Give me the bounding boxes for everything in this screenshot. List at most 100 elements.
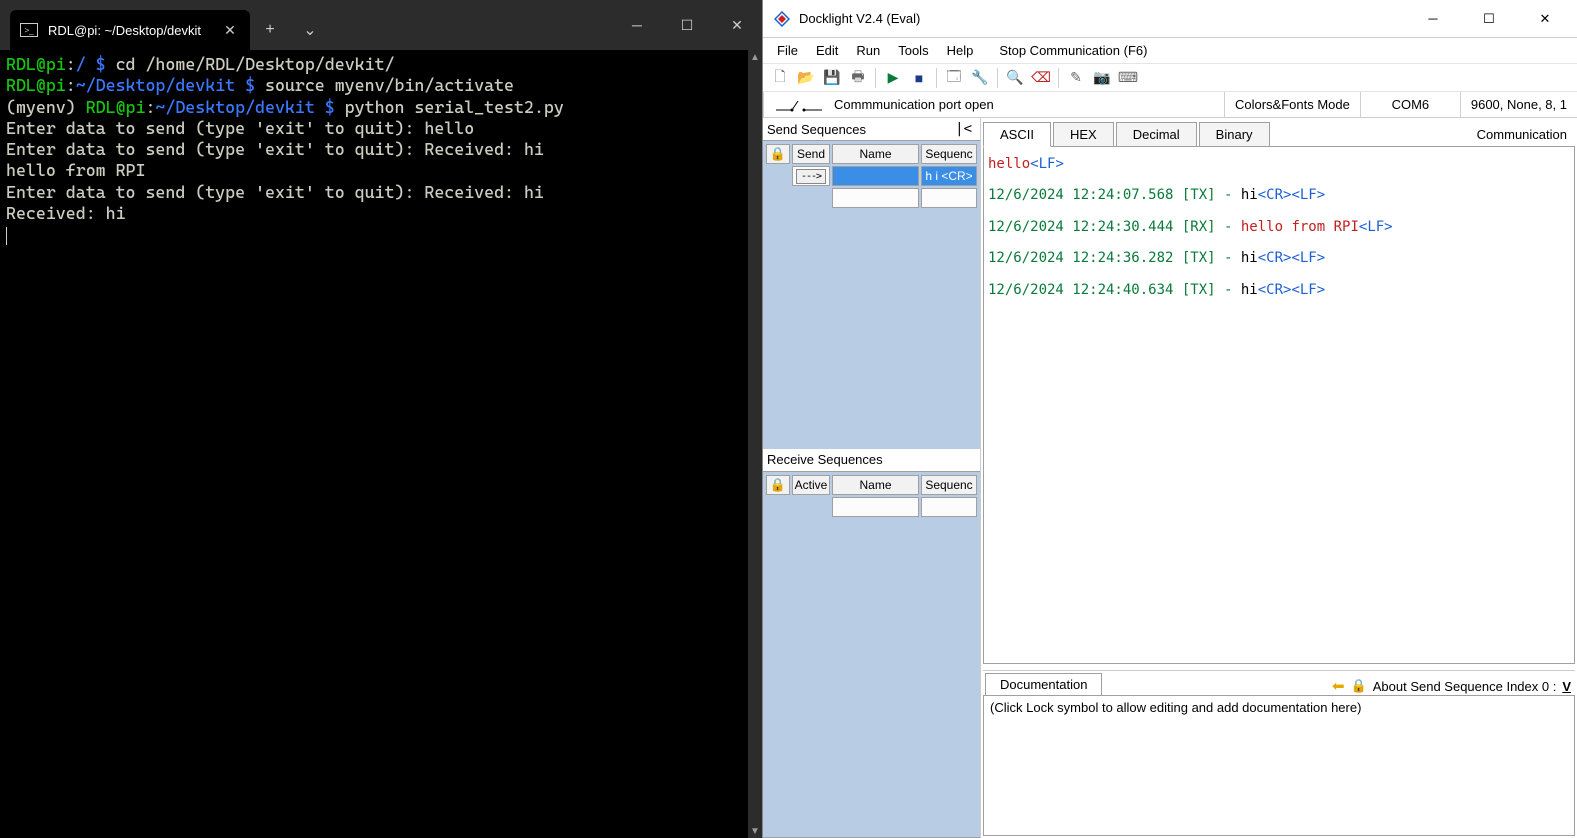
log-text: <CR><LF>	[1258, 282, 1325, 298]
sequence-name-cell[interactable]	[832, 166, 919, 186]
back-arrow-icon[interactable]: ⬅	[1332, 677, 1345, 695]
play-icon[interactable]: ▶	[882, 67, 904, 89]
communication-log[interactable]: hello<LF> 12/6/2024 12:24:07.568 [TX] - …	[983, 146, 1575, 664]
tab-close-icon[interactable]: ✕	[220, 20, 240, 40]
window-controls: ─ ☐ ✕	[612, 0, 762, 50]
terminal-text: Enter data to send (type 'exit' to quit)…	[6, 139, 544, 159]
tab-dropdown-button[interactable]: ⌄	[290, 10, 330, 50]
documentation-body[interactable]: (Click Lock symbol to allow editing and …	[983, 695, 1575, 836]
menu-item-tools[interactable]: Tools	[890, 40, 936, 61]
empty-name-cell[interactable]	[832, 497, 919, 517]
terminal-text: python serial_test2.py	[335, 97, 564, 117]
send-column-header[interactable]: Send	[792, 144, 830, 164]
new-file-icon[interactable]: 🗋	[769, 67, 791, 89]
open-file-icon[interactable]: 📂	[795, 67, 817, 89]
new-tab-button[interactable]: +	[250, 10, 290, 50]
terminal-line: hello from RPI	[6, 160, 756, 181]
sequence-column-header[interactable]: Sequenc	[921, 475, 977, 495]
scroll-up-icon[interactable]: ▲	[748, 50, 762, 64]
documentation-tab[interactable]: Documentation	[985, 673, 1102, 695]
sequence-column-header[interactable]: Sequenc	[921, 144, 977, 164]
send-arrow-icon[interactable]: --->	[796, 169, 826, 184]
scroll-down-icon[interactable]: ▼	[748, 824, 762, 838]
send-button-cell[interactable]: --->	[792, 166, 830, 186]
terminal-text: (myenv)	[6, 97, 86, 117]
empty-seq-cell[interactable]	[921, 188, 977, 208]
toolbar-separator	[936, 68, 937, 88]
save-file-icon[interactable]: 💾	[821, 67, 843, 89]
wrench-icon[interactable]: 🔧	[969, 67, 991, 89]
terminal-body[interactable]: RDL@pi:/ $ cd /home/RDL/Desktop/devkit/R…	[0, 50, 762, 838]
find-icon[interactable]: 🔍	[1004, 67, 1026, 89]
stop-icon[interactable]: ■	[908, 67, 930, 89]
terminal-text: :	[145, 97, 155, 117]
close-button[interactable]: ✕	[712, 5, 762, 45]
empty-seq-cell[interactable]	[921, 497, 977, 517]
empty-name-cell[interactable]	[832, 188, 919, 208]
minimize-button[interactable]: ─	[612, 5, 662, 45]
name-column-header[interactable]: Name	[832, 475, 919, 495]
terminal-line: Enter data to send (type 'exit' to quit)…	[6, 118, 756, 139]
documentation-panel: Documentation ⬅ 🔒 About Send Sequence In…	[983, 670, 1575, 836]
maximize-button[interactable]: ☐	[1471, 5, 1507, 33]
terminal-icon: >_	[20, 23, 38, 37]
lock-column-header[interactable]: 🔒	[766, 475, 790, 495]
menu-item-help[interactable]: Help	[939, 40, 982, 61]
receive-sequences-grid: 🔒 Active Name Sequenc	[763, 471, 980, 838]
close-button[interactable]: ✕	[1527, 5, 1563, 33]
lock-column-header[interactable]: 🔒	[766, 144, 790, 164]
comm-status-text: Commmunication port open	[834, 97, 994, 112]
name-column-header[interactable]: Name	[832, 144, 919, 164]
minimize-button[interactable]: ─	[1415, 5, 1451, 33]
serial-settings[interactable]: 9600, None, 8, 1	[1461, 92, 1577, 117]
colors-fonts-mode[interactable]: Colors&Fonts Mode	[1225, 92, 1361, 117]
clear-icon[interactable]: ⌫	[1030, 67, 1052, 89]
print-icon[interactable]: 🖶	[847, 67, 869, 89]
active-column-header[interactable]: Active	[792, 475, 830, 495]
lock-icon: 🔒	[770, 477, 786, 493]
lock-icon[interactable]: 🔒	[1351, 678, 1367, 694]
comm-status: Commmunication port open	[763, 92, 1225, 117]
empty-cell	[792, 497, 830, 517]
com-port[interactable]: COM6	[1361, 92, 1461, 117]
sequence-value-cell[interactable]: h i <CR>	[921, 166, 977, 186]
receive-sequence-empty-row[interactable]	[765, 496, 978, 518]
terminal-scrollbar[interactable]: ▲ ▼	[748, 50, 762, 838]
tab-decimal[interactable]: Decimal	[1116, 122, 1197, 147]
send-sequences-title: Send Sequences	[767, 122, 951, 137]
documentation-v-link[interactable]: V	[1562, 679, 1571, 694]
terminal-text: ~/Desktop/devkit $	[76, 75, 255, 95]
docklight-titlebar: Docklight V2.4 (Eval) ─ ☐ ✕	[763, 0, 1577, 38]
terminal-text: :	[66, 54, 76, 74]
documentation-tab-row: Documentation ⬅ 🔒 About Send Sequence In…	[983, 671, 1575, 695]
send-sequence-row[interactable]: ---> h i <CR>	[765, 165, 978, 187]
snapshot-icon[interactable]: 📷	[1091, 67, 1113, 89]
cursor	[6, 227, 7, 245]
log-text: <CR><LF>	[1258, 187, 1325, 203]
documentation-info: ⬅ 🔒 About Send Sequence Index 0 : V	[1332, 677, 1575, 695]
log-line	[988, 271, 1570, 279]
docklight-statusbar: Commmunication port open Colors&Fonts Mo…	[763, 92, 1577, 118]
menu-item-run[interactable]: Run	[848, 40, 888, 61]
menu-item-stop[interactable]: Stop Communication (F6)	[991, 40, 1155, 61]
collapse-panel-button[interactable]: |<	[951, 121, 976, 137]
keyboard-icon[interactable]: ⌨	[1117, 67, 1139, 89]
menu-item-edit[interactable]: Edit	[808, 40, 846, 61]
log-text: 12/6/2024 12:24:40.634 [TX] -	[988, 282, 1241, 298]
log-text: hi	[1241, 250, 1258, 266]
row-lock-cell	[766, 497, 790, 517]
tab-binary[interactable]: Binary	[1199, 122, 1270, 147]
maximize-button[interactable]: ☐	[662, 5, 712, 45]
grid-header-row: 🔒 Send Name Sequenc	[765, 143, 978, 165]
tab-hex[interactable]: HEX	[1053, 122, 1114, 147]
terminal-tab[interactable]: >_ RDL@pi: ~/Desktop/devkit ✕	[10, 10, 250, 50]
edit-mode-icon[interactable]: ✎	[1065, 67, 1087, 89]
scroll-track[interactable]	[748, 64, 762, 824]
menu-item-file[interactable]: File	[769, 40, 806, 61]
terminal-line: (myenv) RDL@pi:~/Desktop/devkit $ python…	[6, 97, 756, 118]
send-sequence-empty-row[interactable]	[765, 187, 978, 209]
properties-icon[interactable]: 🗔	[943, 67, 965, 89]
tab-ascii[interactable]: ASCII	[983, 122, 1051, 147]
receive-sequences-header: Receive Sequences	[763, 449, 980, 471]
terminal-line: Enter data to send (type 'exit' to quit)…	[6, 139, 756, 160]
